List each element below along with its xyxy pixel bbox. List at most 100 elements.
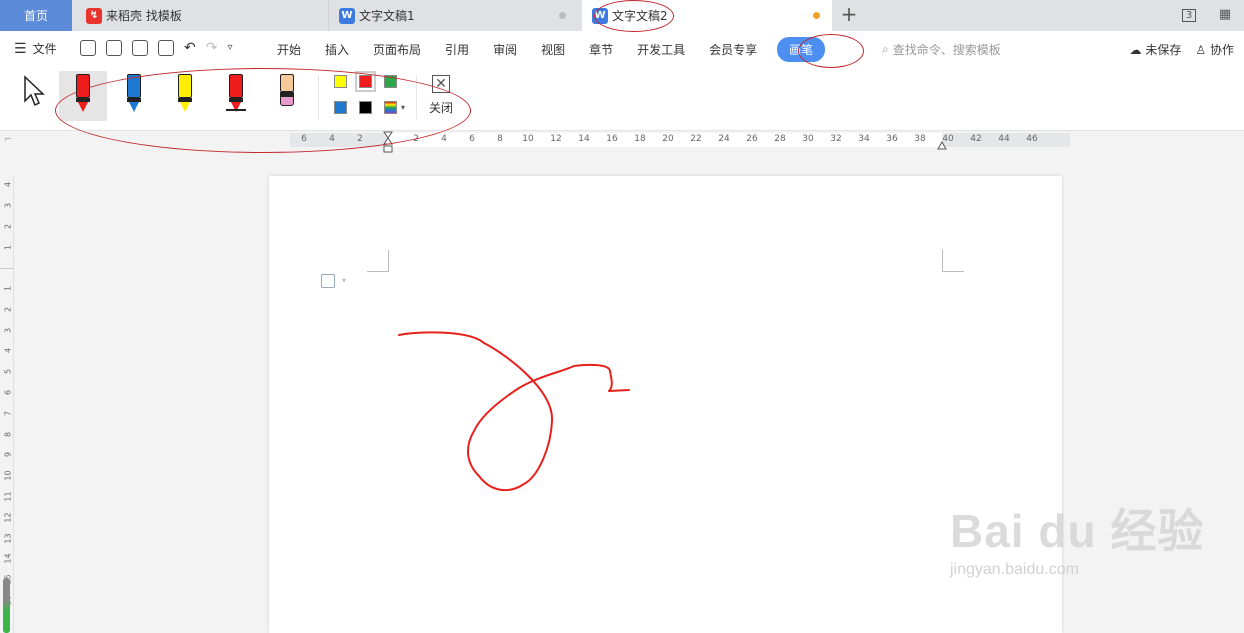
more-colors-dropdown-icon[interactable]: ▾: [401, 103, 405, 112]
pen-toolbar: ▾ ✕ 关闭: [0, 67, 1244, 131]
tab-review[interactable]: 审阅: [481, 41, 529, 58]
tab-bar: 首页 ↯ 来稻壳 找模板 W 文字文稿1 W 文字文稿2 + 3 ▦: [0, 0, 1244, 31]
close-pen-button[interactable]: ✕ 关闭: [426, 75, 456, 119]
underline-pen-icon: [229, 74, 243, 98]
ruler-tick: 36: [886, 134, 898, 144]
marker-icon: [76, 74, 90, 98]
quick-access-toolbar: ↶ ↷ ▿: [80, 40, 233, 56]
pen-underline[interactable]: [212, 71, 260, 121]
tab-docer[interactable]: ↯ 来稻壳 找模板: [74, 0, 324, 31]
customize-icon[interactable]: ▿: [227, 40, 232, 56]
tab-doc2[interactable]: W 文字文稿2: [582, 0, 832, 31]
ruler-tick: 16: [606, 134, 618, 144]
tab-page-layout[interactable]: 页面布局: [361, 41, 433, 58]
search-placeholder: 查找命令、搜索模板: [892, 43, 1001, 57]
pen-highlighter[interactable]: [161, 71, 209, 121]
preview-icon[interactable]: [158, 40, 174, 56]
pen-marker[interactable]: [59, 71, 107, 121]
separator: [416, 75, 417, 119]
vertical-ruler-tick: 5: [3, 369, 13, 375]
vertical-ruler-tick: 7: [3, 410, 13, 416]
unsaved-dot[interactable]: [813, 12, 820, 19]
swatch-blue[interactable]: [334, 101, 347, 114]
undo-icon[interactable]: ↶: [184, 40, 196, 56]
document-page[interactable]: ▾: [269, 176, 1062, 633]
ruler-tick: 38: [914, 134, 926, 144]
vertical-scrollbar-thumb[interactable]: [3, 578, 10, 633]
pen-tip: [231, 102, 241, 112]
tab-developer[interactable]: 开发工具: [625, 41, 697, 58]
collab-label: 协作: [1209, 43, 1234, 57]
vertical-ruler-tick: 3: [3, 327, 13, 333]
window-controls: 3 ▦: [1178, 6, 1236, 24]
pen-tip: [180, 102, 190, 112]
command-search[interactable]: ⌕ 查找命令、搜索模板: [882, 41, 1001, 58]
ruler-tick: 18: [634, 134, 646, 144]
file-menu[interactable]: ☰ 文件: [14, 40, 57, 57]
swatch-red[interactable]: [355, 71, 376, 92]
add-tab-button[interactable]: +: [838, 4, 860, 26]
tab-home[interactable]: 首页: [0, 0, 72, 31]
layout-icon[interactable]: 3: [1178, 6, 1200, 24]
tab-member[interactable]: 会员专享: [697, 41, 769, 58]
tab-start[interactable]: 开始: [265, 41, 313, 58]
pen-eraser[interactable]: [263, 71, 311, 121]
eraser-tip: [280, 96, 294, 106]
pen-tip: [129, 102, 139, 112]
ruler-corner-icon: ⌐: [4, 135, 12, 145]
print-icon[interactable]: [132, 40, 148, 56]
ruler-tick: 6: [469, 134, 475, 144]
tab-pen[interactable]: 画笔: [777, 36, 826, 62]
ruler-tick: 34: [858, 134, 870, 144]
vertical-ruler-margin: [0, 268, 14, 269]
writer-icon: W: [339, 7, 355, 24]
save-icon[interactable]: [80, 40, 96, 56]
horizontal-ruler: ⌐ 6 4 2 2 4 6 8 10 12 14 16 18 20 22 24 26 28 30 32 34 36 38 4…: [0, 131, 1244, 153]
tab-references[interactable]: 引用: [433, 41, 481, 58]
ribbon-tabs: 开始 插入 页面布局 引用 审阅 视图 章节 开发工具 会员专享 画笔: [265, 31, 826, 67]
search-icon: ⌕: [882, 42, 889, 56]
swatch-yellow[interactable]: [334, 75, 347, 88]
vertical-ruler-tick: 10: [3, 470, 13, 481]
swatch-green[interactable]: [384, 75, 397, 88]
docer-icon: ↯: [86, 7, 102, 24]
ruler-tick: 8: [497, 134, 503, 144]
menu-bar: ☰ 文件 ↶ ↷ ▿ 开始 插入 页面布局 引用 审阅 视图 章节 开发工具 会…: [0, 31, 1244, 67]
swatch-black[interactable]: [359, 101, 372, 114]
ruler-tick: 20: [662, 134, 674, 144]
export-icon[interactable]: [106, 40, 122, 56]
indent-marker[interactable]: [383, 131, 393, 153]
tab-chapter[interactable]: 章节: [577, 41, 625, 58]
vertical-ruler-tick: 8: [3, 431, 13, 437]
tab-insert[interactable]: 插入: [313, 41, 361, 58]
ruler-tick: 14: [578, 134, 590, 144]
writer-icon: W: [592, 7, 608, 24]
right-indent-marker[interactable]: [937, 139, 947, 150]
tab-view[interactable]: 视图: [529, 41, 577, 58]
ruler-tick: 4: [441, 134, 447, 144]
hamburger-icon: ☰: [14, 40, 27, 57]
unsaved-button[interactable]: ☁ 未保存: [1130, 41, 1182, 58]
vertical-ruler-tick: 1: [3, 244, 13, 251]
ink-stroke: [398, 331, 630, 492]
vertical-ruler-tick: 1: [3, 285, 13, 292]
ruler-tick: 42: [970, 134, 982, 144]
vertical-ruler-tick: 4: [3, 348, 13, 354]
tab-doc1[interactable]: W 文字文稿1: [328, 0, 578, 31]
vertical-ruler-tick: 12: [3, 512, 13, 523]
collab-button[interactable]: ♙ 协作: [1195, 41, 1234, 58]
tab-status-dot[interactable]: [559, 12, 566, 19]
tab-doc1-label: 文字文稿1: [359, 9, 415, 23]
close-label: 关闭: [428, 101, 453, 115]
highlighter-icon: [178, 74, 192, 98]
unsaved-label: 未保存: [1145, 43, 1182, 57]
swatch-more-colors[interactable]: [384, 101, 397, 114]
select-cursor-icon[interactable]: [22, 75, 46, 107]
pen-ballpoint[interactable]: [110, 71, 158, 121]
ruler-tick: 46: [1026, 134, 1038, 144]
ruler-tick: 2: [357, 134, 363, 144]
apps-grid-icon[interactable]: ▦: [1214, 6, 1236, 24]
redo-icon[interactable]: ↷: [206, 40, 218, 56]
ruler-tick: 6: [301, 134, 307, 144]
vertical-ruler-tick: 2: [3, 306, 13, 312]
